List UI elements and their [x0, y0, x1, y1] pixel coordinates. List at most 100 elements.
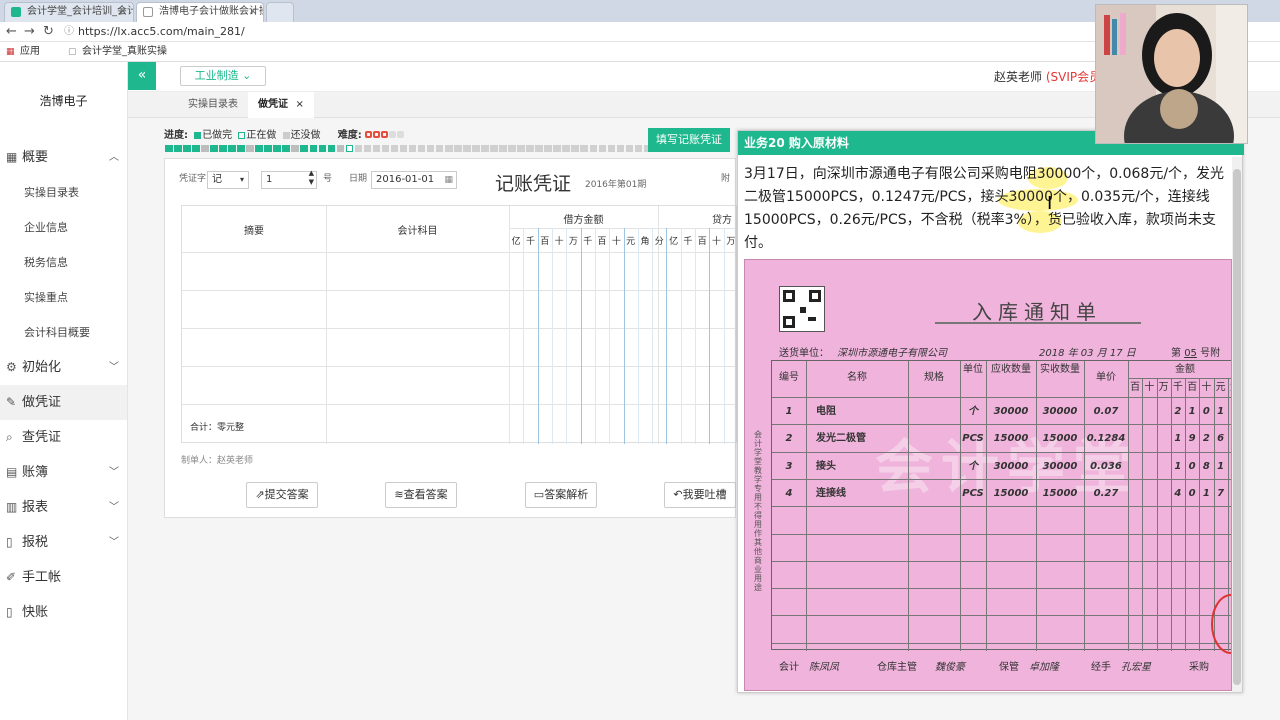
progress-step[interactable] [580, 145, 588, 152]
fill-voucher-button[interactable]: 填写记账凭证 [648, 128, 730, 152]
progress-step[interactable] [372, 145, 381, 152]
voucher-date-field[interactable]: 2016-01-01 ▦ [371, 171, 457, 189]
progress-step[interactable] [562, 145, 570, 152]
tab-catalog[interactable]: 实操目录表 [178, 92, 248, 118]
new-tab-button[interactable] [266, 2, 294, 22]
progress-step[interactable] [273, 145, 281, 152]
bookmark-item[interactable]: 会计学堂_真账实操 [82, 42, 167, 62]
stepper-arrows-icon[interactable]: ▲ ▼ [309, 169, 314, 187]
progress-step[interactable] [399, 145, 408, 152]
progress-step[interactable] [589, 145, 598, 152]
progress-step[interactable] [264, 145, 272, 152]
user-info[interactable]: 赵英老师 (SVIP会员 [994, 62, 1101, 92]
progress-step[interactable] [535, 145, 543, 152]
browser-tab-active[interactable]: 浩博电子会计做账会计操 × [136, 2, 264, 22]
view-answer-button[interactable]: ≋查看答案 [385, 482, 457, 508]
url-field[interactable]: ⓘ https://lx.acc5.com/main_281/ [62, 24, 1082, 40]
progress-step[interactable] [616, 145, 625, 152]
progress-step[interactable] [210, 145, 218, 152]
panel-scrollbar[interactable] [1232, 157, 1242, 692]
close-tab-icon[interactable]: × [119, 3, 127, 21]
progress-step[interactable] [363, 145, 372, 152]
progress-step[interactable] [174, 145, 182, 152]
account-cell[interactable] [326, 260, 509, 290]
progress-step[interactable] [417, 145, 426, 152]
progress-step[interactable] [291, 145, 299, 152]
sidebar-group-make-voucher[interactable]: ✎ 做凭证 [0, 385, 127, 420]
feedback-button[interactable]: ↶我要吐槽 [664, 482, 736, 508]
progress-step[interactable] [445, 145, 453, 152]
sidebar-item-key-points[interactable]: 实操重点 [0, 280, 127, 315]
summary-cell[interactable] [182, 260, 326, 290]
sidebar-item-company-info[interactable]: 企业信息 [0, 210, 127, 245]
scrollbar-thumb[interactable] [1233, 169, 1241, 685]
chevron-up-icon: ︿ [109, 152, 119, 163]
sidebar-group-books[interactable]: ▤ 账簿 ﹀ [0, 455, 127, 490]
progress-step[interactable] [517, 145, 525, 152]
progress-step[interactable] [300, 145, 308, 152]
sidebar-group-query-voucher[interactable]: ⌕ 查凭证 [0, 420, 127, 455]
progress-step[interactable] [192, 145, 200, 152]
progress-step[interactable] [472, 145, 480, 152]
sidebar-group-manual[interactable]: ✐ 手工帐 [0, 560, 127, 595]
progress-step[interactable] [246, 145, 254, 152]
progress-step[interactable] [345, 145, 354, 152]
progress-step[interactable] [463, 145, 471, 152]
progress-step[interactable] [318, 145, 327, 152]
collapse-sidebar-button[interactable]: « [128, 62, 156, 90]
progress-step[interactable] [526, 145, 534, 152]
close-tab-icon[interactable]: × [295, 99, 303, 110]
voucher-type-select[interactable]: 记 ▾ [207, 171, 249, 189]
sidebar-group-init[interactable]: ⚙ 初始化 ﹀ [0, 350, 127, 385]
sidebar-item-tax-info[interactable]: 税务信息 [0, 245, 127, 280]
progress-step[interactable] [571, 145, 579, 152]
progress-step[interactable] [408, 145, 417, 152]
sidebar-group-quick[interactable]: ▯ 快账 [0, 595, 127, 630]
progress-step[interactable] [454, 145, 462, 152]
sidebar-group-tax[interactable]: ▯ 报税 ﹀ [0, 525, 127, 560]
progress-step[interactable] [426, 145, 435, 152]
progress-step[interactable] [165, 145, 173, 152]
reload-icon[interactable]: ↻ [43, 23, 54, 40]
back-icon[interactable]: ← [6, 23, 17, 40]
sidebar-group-overview[interactable]: ▦ 概要 ︿ [0, 140, 127, 175]
sidebar-group-reports[interactable]: ▥ 报表 ﹀ [0, 490, 127, 525]
progress-step[interactable] [381, 145, 390, 152]
progress-step[interactable] [625, 145, 634, 152]
progress-step[interactable] [435, 145, 444, 152]
sidebar-item-accounts[interactable]: 会计科目概要 [0, 315, 127, 350]
sidebar-item-catalog[interactable]: 实操目录表 [0, 175, 127, 210]
submit-answer-button[interactable]: ⇗提交答案 [246, 482, 318, 508]
calendar-icon[interactable]: ▦ [444, 172, 453, 188]
answer-analysis-button[interactable]: ▭答案解析 [525, 482, 597, 508]
voucher-number-stepper[interactable]: 1 ▲ ▼ [261, 169, 317, 189]
bookmark-apps[interactable]: 应用 [20, 42, 40, 62]
progress-step[interactable] [201, 145, 209, 152]
industry-dropdown[interactable]: 工业制造 ⌄ [180, 66, 266, 86]
progress-step[interactable] [390, 145, 399, 152]
progress-step[interactable] [544, 145, 552, 152]
close-tab-icon[interactable]: × [249, 3, 257, 21]
progress-step[interactable] [499, 145, 507, 152]
progress-step[interactable] [598, 145, 607, 152]
progress-step[interactable] [309, 145, 318, 152]
filled-star-icon [372, 131, 380, 138]
progress-step[interactable] [282, 145, 290, 152]
progress-step[interactable] [183, 145, 191, 152]
progress-step[interactable] [490, 145, 498, 152]
forward-icon[interactable]: → [24, 23, 35, 40]
progress-step[interactable] [327, 145, 336, 152]
progress-step[interactable] [237, 145, 245, 152]
progress-step[interactable] [607, 145, 616, 152]
progress-step[interactable] [508, 145, 516, 152]
progress-step[interactable] [481, 145, 489, 152]
progress-step[interactable] [354, 145, 363, 152]
progress-step[interactable] [228, 145, 236, 152]
progress-step[interactable] [634, 145, 643, 152]
progress-step[interactable] [553, 145, 561, 152]
progress-step[interactable] [336, 145, 345, 152]
browser-tab[interactable]: 会计学堂_会计培训_会计 × [4, 2, 134, 22]
progress-step[interactable] [219, 145, 227, 152]
progress-step[interactable] [255, 145, 263, 152]
tab-make-voucher[interactable]: 做凭证 × [248, 92, 314, 118]
